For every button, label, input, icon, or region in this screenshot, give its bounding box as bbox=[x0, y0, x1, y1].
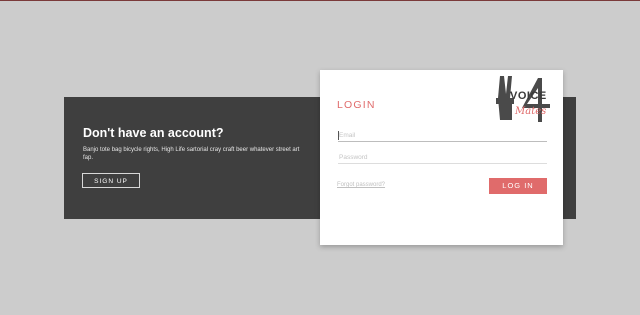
signup-block: Don't have an account? Banjo tote bag bi… bbox=[83, 126, 303, 162]
signup-description: Banjo tote bag bicycle rights, High Life… bbox=[83, 147, 300, 161]
text-caret bbox=[338, 131, 339, 140]
login-button[interactable]: LOG IN bbox=[489, 178, 547, 194]
signup-button[interactable]: SIGN UP bbox=[82, 173, 140, 188]
login-card: LOGIN VOICE Mates Forgot password? LOG I… bbox=[320, 70, 563, 245]
logo-word-mates: Mates bbox=[515, 106, 547, 117]
signup-title: Don't have an account? bbox=[83, 126, 224, 140]
login-title: LOGIN bbox=[337, 99, 376, 111]
password-input[interactable] bbox=[338, 152, 547, 164]
email-input[interactable] bbox=[338, 130, 547, 142]
top-border bbox=[0, 0, 640, 1]
forgot-password-link[interactable]: Forgot password? bbox=[337, 182, 385, 188]
voice-mates-logo: VOICE Mates bbox=[494, 74, 554, 126]
logo-word-voice: VOICE bbox=[510, 90, 547, 102]
